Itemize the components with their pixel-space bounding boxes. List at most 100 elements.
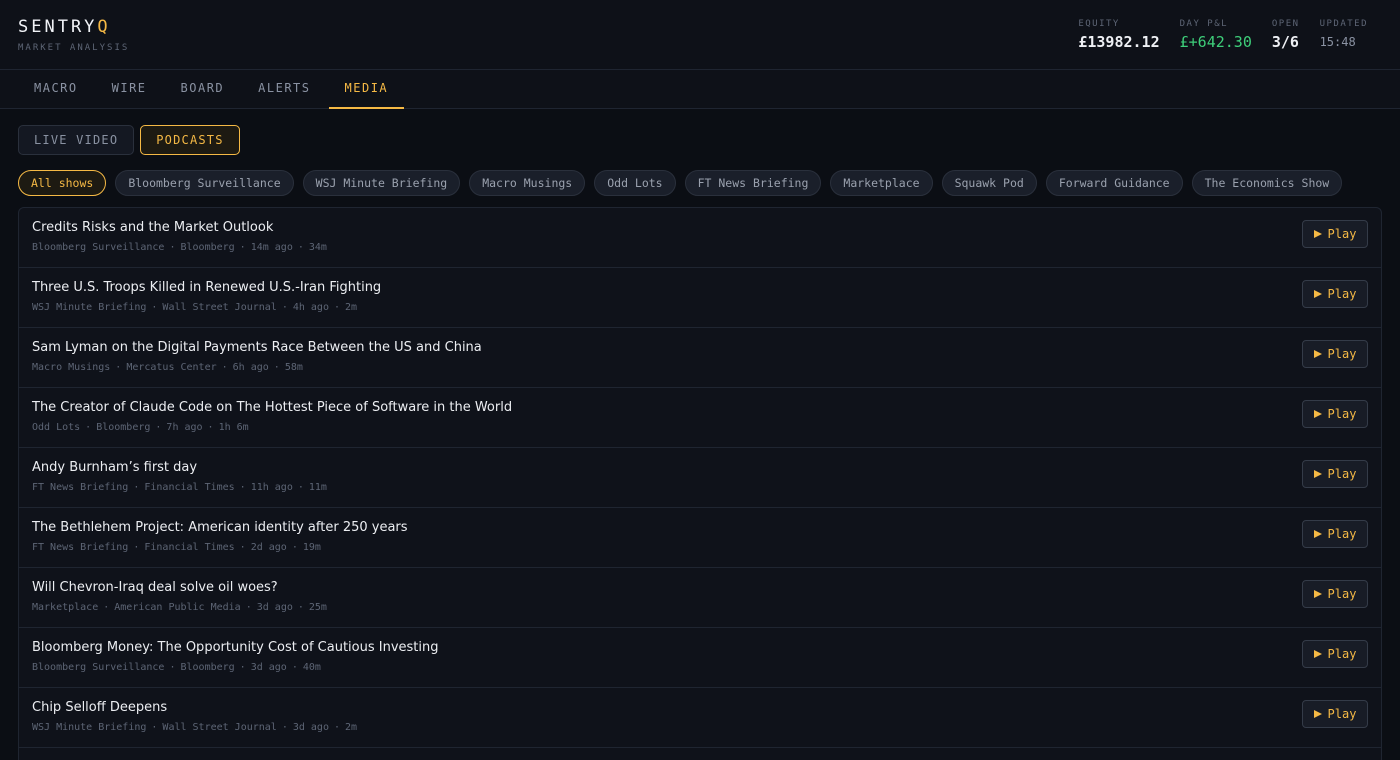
meta-separator: · xyxy=(239,242,246,253)
stat-equity: EQUITY £13982.12 xyxy=(1078,19,1159,51)
episode-duration: 2m xyxy=(345,722,358,733)
episode-publisher: Bloomberg xyxy=(180,662,235,673)
episode-show: Odd Lots xyxy=(32,422,81,433)
episode-publisher: American Public Media xyxy=(114,602,241,613)
play-button[interactable]: Play xyxy=(1302,460,1368,488)
filter-chip[interactable]: Odd Lots xyxy=(594,170,676,196)
episode-age: 3d ago xyxy=(256,602,293,613)
episode-list: Credits Risks and the Market Outlook Bloo… xyxy=(18,207,1382,760)
episode-meta: Odd Lots · Bloomberg · 7h ago · 1h 6m xyxy=(32,422,1368,433)
meta-separator: · xyxy=(169,242,176,253)
tab-alerts[interactable]: ALERTS xyxy=(242,70,326,109)
episode-row[interactable]: Sam Lyman on the Digital Payments Race B… xyxy=(19,328,1381,388)
play-icon xyxy=(1313,590,1322,598)
episode-meta: WSJ Minute Briefing · Wall Street Journal ·… xyxy=(32,722,1368,733)
stat-value: £13982.12 xyxy=(1078,32,1160,51)
episode-title[interactable]: Bloomberg Money: The Opportunity Cost of… xyxy=(32,639,1368,656)
filter-chip[interactable]: Squawk Pod xyxy=(941,170,1037,196)
meta-separator: · xyxy=(281,302,288,313)
stat-value: £+642.30 xyxy=(1179,32,1252,51)
meta-separator: · xyxy=(239,662,246,673)
account-stats: EQUITY £13982.12 DAY P&L £+642.30 OPEN 3… xyxy=(1078,19,1382,51)
brand-name-accent: Q xyxy=(97,16,111,37)
episode-row[interactable]: Will Chevron-Iraq deal solve oil woes? Ma… xyxy=(19,568,1381,628)
episode-row[interactable]: Chip Selloff Deepens WSJ Minute Briefing ·… xyxy=(19,688,1381,748)
stat-label: DAY P&L xyxy=(1179,18,1229,29)
play-button[interactable]: Play xyxy=(1302,640,1368,668)
app-header: SENTRYQ MARKET ANALYSIS EQUITY £13982.12… xyxy=(0,0,1400,70)
play-button[interactable]: Play xyxy=(1302,400,1368,428)
episode-row[interactable]: Bloomberg Money: The Opportunity Cost of… xyxy=(19,628,1381,688)
episode-show: FT News Briefing xyxy=(32,542,129,553)
episode-publisher: Bloomberg xyxy=(96,422,151,433)
episode-duration: 25m xyxy=(308,602,327,613)
play-button-label: Play xyxy=(1327,467,1357,481)
play-button[interactable]: Play xyxy=(1302,340,1368,368)
tab-media[interactable]: MEDIA xyxy=(328,70,405,109)
filter-chip[interactable]: FT News Briefing xyxy=(684,170,822,196)
meta-separator: · xyxy=(207,422,214,433)
episode-row[interactable]: The Bethlehem Project: American identity… xyxy=(19,508,1381,568)
play-button-label: Play xyxy=(1327,587,1357,601)
subtab-podcasts[interactable]: PODCASTS xyxy=(140,125,240,155)
episode-meta: WSJ Minute Briefing · Wall Street Journal ·… xyxy=(32,302,1368,313)
play-icon xyxy=(1313,530,1322,538)
meta-separator: · xyxy=(333,722,340,733)
filter-chip[interactable]: Bloomberg Surveillance xyxy=(115,170,294,196)
play-button[interactable]: Play xyxy=(1302,220,1368,248)
episode-duration: 34m xyxy=(308,242,327,253)
episode-row[interactable]: The Creator of Claude Code on The Hottes… xyxy=(19,388,1381,448)
episode-age: 2d ago xyxy=(250,542,287,553)
episode-title[interactable]: The Bethlehem Project: American identity… xyxy=(32,519,1368,536)
episode-title[interactable]: Will Chevron-Iraq deal solve oil woes? xyxy=(32,579,1368,596)
stat-label: EQUITY xyxy=(1078,18,1120,29)
episode-row[interactable]: Credits Risks and the Market Outlook Bloo… xyxy=(19,208,1381,268)
episode-title[interactable]: The Creator of Claude Code on The Hottes… xyxy=(32,399,1368,416)
tab-board[interactable]: BOARD xyxy=(165,70,241,109)
play-button[interactable]: Play xyxy=(1302,280,1368,308)
meta-separator: · xyxy=(155,422,162,433)
media-subtabs: LIVE VIDEO PODCASTS xyxy=(0,109,1400,155)
stat-value: 15:48 xyxy=(1319,34,1356,49)
episode-title[interactable]: Credits Risks and the Market Outlook xyxy=(32,219,1368,236)
episode-age: 4h ago xyxy=(292,302,329,313)
episode-row[interactable]: Three U.S. Troops Killed in Renewed U.S.… xyxy=(19,268,1381,328)
play-button-label: Play xyxy=(1327,347,1357,361)
brand-subtitle: MARKET ANALYSIS xyxy=(18,42,130,53)
play-icon xyxy=(1313,710,1322,718)
filter-chip[interactable]: Macro Musings xyxy=(469,170,586,196)
episode-title[interactable]: Andy Burnham’s first day xyxy=(32,459,1368,476)
play-icon xyxy=(1313,650,1322,658)
stat-day-pnl: DAY P&L £+642.30 xyxy=(1180,19,1252,51)
episode-title[interactable]: Three U.S. Troops Killed in Renewed U.S.… xyxy=(32,279,1368,296)
filter-chip-all-shows[interactable]: All shows xyxy=(18,170,107,196)
play-button[interactable]: Play xyxy=(1302,520,1368,548)
stat-updated: UPDATED 15:48 xyxy=(1320,19,1368,49)
meta-separator: · xyxy=(239,542,246,553)
meta-separator: · xyxy=(103,602,110,613)
tab-macro[interactable]: MACRO xyxy=(18,70,94,109)
filter-chip[interactable]: The Economics Show xyxy=(1191,170,1343,196)
episode-duration: 58m xyxy=(284,362,303,373)
episode-publisher: Financial Times xyxy=(144,542,235,553)
episode-age: 7h ago xyxy=(166,422,203,433)
meta-separator: · xyxy=(151,302,158,313)
filter-chip[interactable]: WSJ Minute Briefing xyxy=(302,170,461,196)
episode-title[interactable]: Sam Lyman on the Digital Payments Race B… xyxy=(32,339,1368,356)
stat-label: OPEN xyxy=(1271,18,1300,29)
play-button[interactable]: Play xyxy=(1302,580,1368,608)
meta-separator: · xyxy=(291,542,298,553)
tab-wire[interactable]: WIRE xyxy=(96,70,163,109)
meta-separator: · xyxy=(291,662,298,673)
meta-separator: · xyxy=(245,602,252,613)
play-button-label: Play xyxy=(1327,407,1357,421)
filter-chip[interactable]: Forward Guidance xyxy=(1045,170,1183,196)
episode-publisher: Wall Street Journal xyxy=(162,302,277,313)
episode-title[interactable]: Chip Selloff Deepens xyxy=(32,699,1368,716)
episode-row[interactable]: Andy Burnham’s first day FT News Briefing… xyxy=(19,448,1381,508)
filter-chip[interactable]: Marketplace xyxy=(830,170,933,196)
brand-logo[interactable]: SENTRYQ xyxy=(18,17,129,37)
episode-show: WSJ Minute Briefing xyxy=(32,722,147,733)
subtab-live-video[interactable]: LIVE VIDEO xyxy=(18,125,135,155)
play-button[interactable]: Play xyxy=(1302,700,1368,728)
